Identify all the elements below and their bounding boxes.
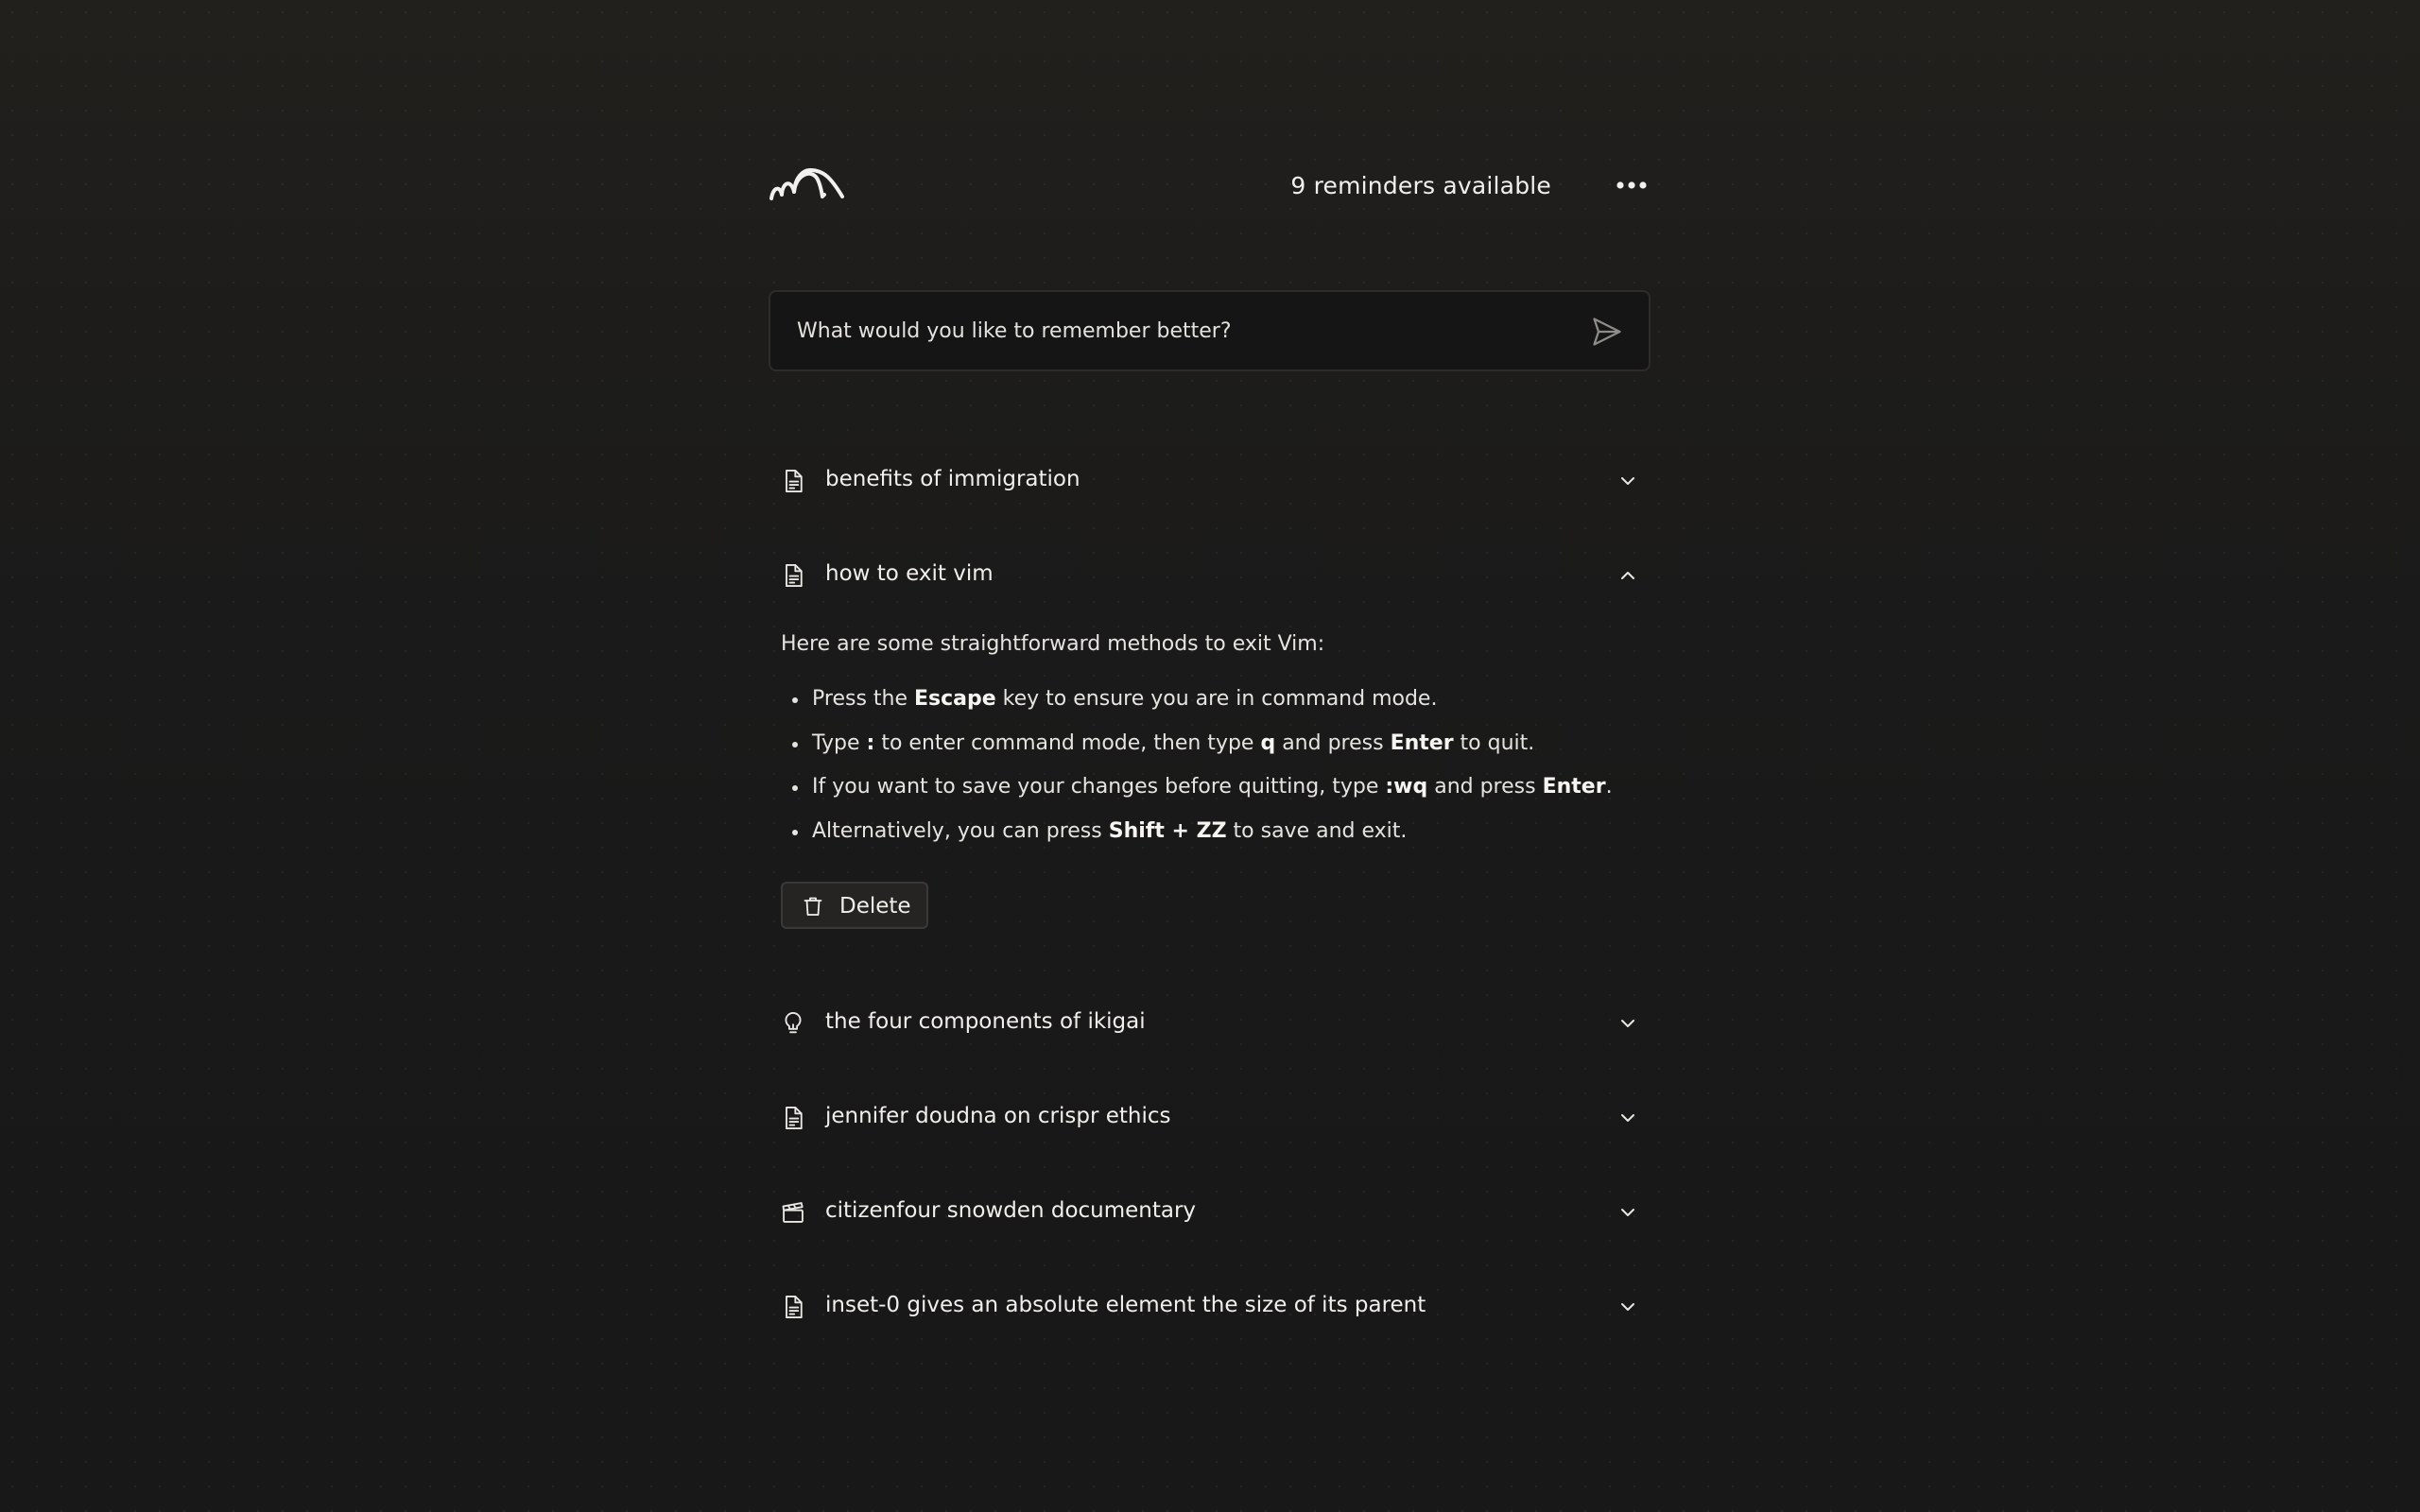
more-dots-icon	[1616, 181, 1647, 189]
chevron-down-icon[interactable]	[1616, 1296, 1639, 1318]
document-icon	[786, 1106, 803, 1130]
item-title: how to exit vim	[825, 561, 994, 586]
send-button[interactable]	[1588, 313, 1626, 351]
expanded-content: Here are some straightforward methods to…	[781, 628, 1651, 843]
content-intro: Here are some straightforward methods to…	[781, 632, 1325, 656]
list-item[interactable]: the four components of ikigai	[769, 995, 1651, 1052]
item-title: inset-0 gives an absolute element the si…	[825, 1293, 1426, 1317]
chevron-down-icon[interactable]	[1616, 1012, 1639, 1035]
delete-label: Delete	[839, 894, 911, 919]
list-item[interactable]: inset-0 gives an absolute element the si…	[769, 1279, 1651, 1335]
list-item[interactable]: jennifer doudna on crispr ethics	[769, 1090, 1651, 1146]
content-bullet: If you want to save your changes before …	[781, 771, 1613, 816]
document-icon	[786, 469, 803, 493]
chevron-down-icon[interactable]	[1616, 1201, 1639, 1224]
content-bullet-list: Press the Escape key to ensure you are i…	[781, 683, 1613, 859]
delete-button[interactable]: Delete	[781, 882, 928, 929]
document-icon	[786, 563, 803, 588]
chevron-down-icon[interactable]	[1616, 1107, 1639, 1129]
header: 9 reminders available	[769, 159, 1651, 212]
clapperboard-icon	[782, 1202, 804, 1223]
document-icon	[786, 1295, 803, 1319]
item-title: benefits of immigration	[825, 467, 1080, 491]
item-title: jennifer doudna on crispr ethics	[825, 1104, 1171, 1128]
item-title: citizenfour snowden documentary	[825, 1198, 1197, 1223]
chevron-up-icon[interactable]	[1616, 564, 1639, 587]
chevron-down-icon[interactable]	[1616, 470, 1639, 492]
list-item-expanded[interactable]: how to exit vim	[769, 547, 1651, 604]
reminders-count: 9 reminders available	[1290, 172, 1551, 199]
trash-icon	[804, 897, 822, 916]
lightbulb-icon	[785, 1012, 802, 1034]
item-title: the four components of ikigai	[825, 1009, 1146, 1034]
list-item[interactable]: citizenfour snowden documentary	[769, 1184, 1651, 1241]
send-icon	[1593, 318, 1621, 346]
content-bullet: Press the Escape key to ensure you are i…	[781, 683, 1613, 728]
search-input[interactable]	[797, 292, 1572, 369]
content-bullet: Alternatively, you can press Shift + ZZ …	[781, 816, 1613, 860]
wave-logo-icon[interactable]	[769, 166, 846, 204]
more-button[interactable]	[1613, 168, 1651, 202]
content-bullet: Type : to enter command mode, then type …	[781, 728, 1613, 772]
list-item[interactable]: benefits of immigration	[769, 453, 1651, 509]
search-box	[769, 290, 1651, 371]
